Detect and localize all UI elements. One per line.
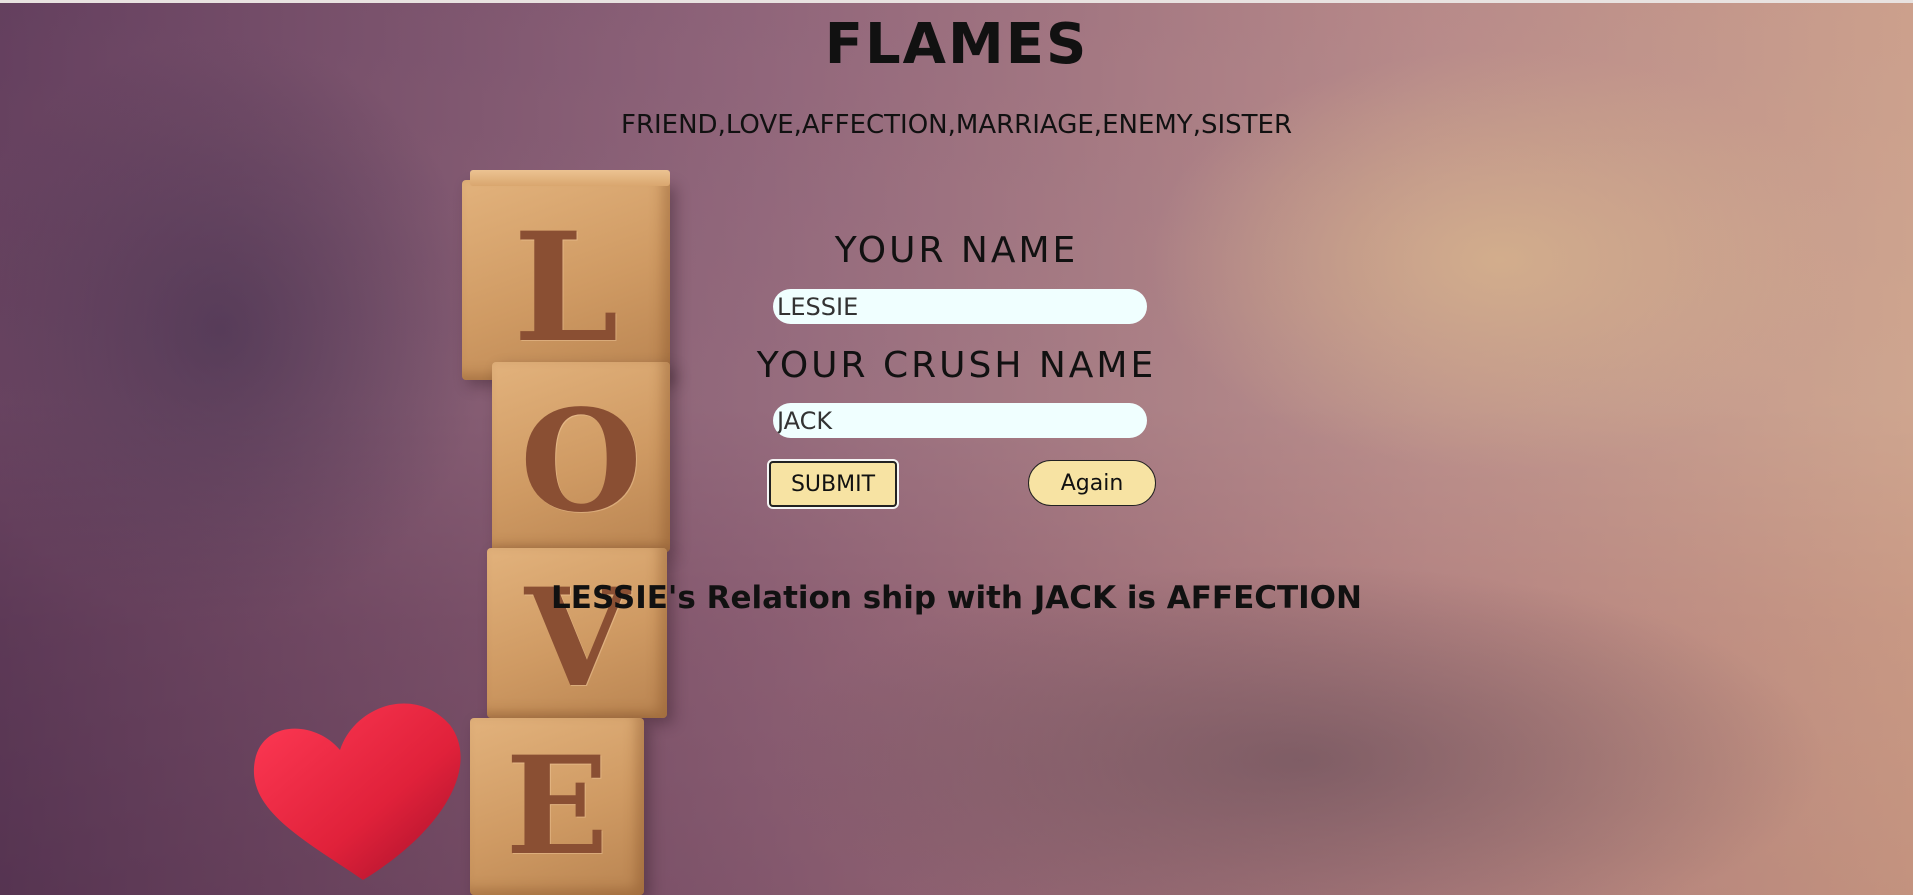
top-border <box>0 0 1913 3</box>
your-name-input[interactable] <box>773 289 1147 324</box>
crush-name-input[interactable] <box>773 403 1147 438</box>
submit-button-label: SUBMIT <box>790 471 876 497</box>
result-text: LESSIE's Relation ship with JACK is AFFE… <box>551 580 1362 616</box>
block-e: E <box>470 718 644 895</box>
block-v: V <box>487 548 667 718</box>
block-o: O <box>492 362 670 552</box>
your-name-label: YOUR NAME <box>834 230 1079 271</box>
heart-icon <box>253 703 461 880</box>
page-title: FLAMES <box>824 12 1089 77</box>
block-letter: E <box>505 726 609 885</box>
flames-legend: FRIEND,LOVE,AFFECTION,MARRIAGE,ENEMY,SIS… <box>620 110 1293 140</box>
block-top <box>470 170 670 186</box>
block-letter: O <box>520 380 642 544</box>
crush-name-label: YOUR CRUSH NAME <box>756 345 1157 386</box>
submit-button[interactable]: SUBMIT <box>767 459 899 509</box>
again-button[interactable]: Again <box>1028 460 1156 506</box>
